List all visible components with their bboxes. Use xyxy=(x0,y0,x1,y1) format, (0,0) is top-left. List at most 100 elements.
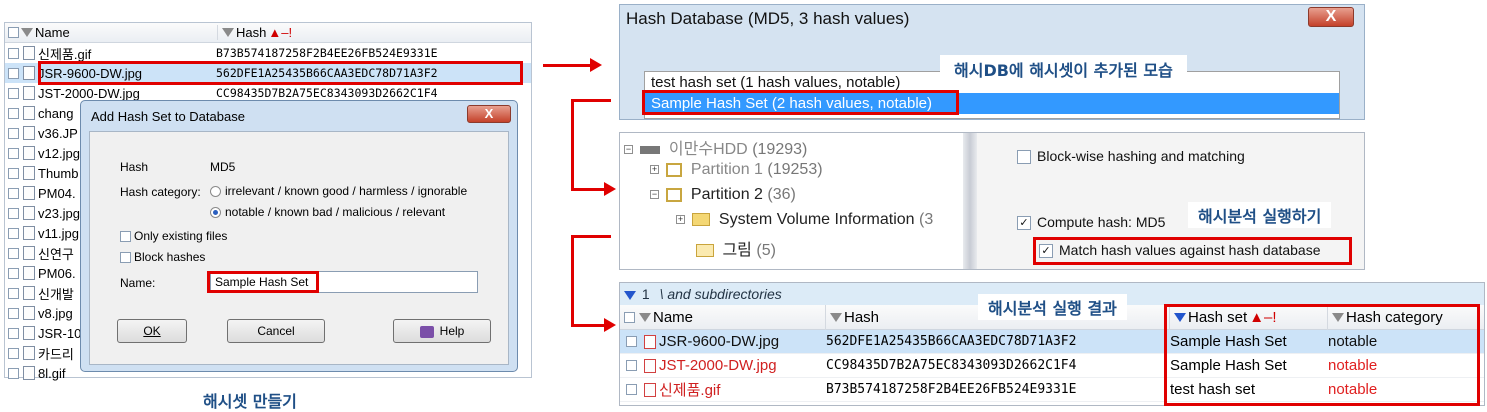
radio-button[interactable] xyxy=(210,186,221,198)
row-checkbox[interactable] xyxy=(8,267,19,279)
highlight-box xyxy=(207,271,319,293)
file-icon xyxy=(23,346,35,360)
row-checkbox[interactable] xyxy=(8,167,19,179)
row-checkbox[interactable] xyxy=(8,347,19,359)
caption-run-hash-analysis: 해시분석 실행하기 xyxy=(1188,202,1332,228)
file-icon xyxy=(23,66,35,80)
file-icon xyxy=(23,366,35,380)
hash-database-title: Hash Database (MD5, 3 hash values) xyxy=(626,9,910,28)
caption-create-hash-set: 해시셋 만들기 xyxy=(203,388,297,412)
cancel-button[interactable]: Cancel xyxy=(227,319,325,343)
hash-cell: CC98435D7B2A75EC8343093D2662C1F4 xyxy=(216,86,438,100)
arrow xyxy=(571,188,607,191)
header-checkbox[interactable] xyxy=(624,311,635,323)
file-name: JST-2000-DW.jpg xyxy=(38,85,140,101)
row-checkbox[interactable] xyxy=(8,147,19,159)
row-checkbox[interactable] xyxy=(8,327,19,339)
filter-icon[interactable] xyxy=(639,312,651,322)
header-checkbox[interactable] xyxy=(8,27,19,38)
tree-node-partition-2[interactable]: − Partition 2 (36) xyxy=(650,186,796,204)
arrow xyxy=(571,324,607,327)
file-icon xyxy=(23,146,35,160)
collapse-icon[interactable]: − xyxy=(624,145,633,155)
file-icon xyxy=(23,246,35,260)
row-checkbox[interactable] xyxy=(8,187,19,199)
row-checkbox[interactable] xyxy=(8,227,19,239)
row-checkbox[interactable] xyxy=(626,384,637,395)
row-checkbox[interactable] xyxy=(8,47,19,59)
file-icon xyxy=(23,226,35,240)
filter-icon[interactable] xyxy=(21,28,33,37)
arrow xyxy=(571,235,611,238)
file-icon xyxy=(23,286,35,300)
collapse-icon[interactable]: − xyxy=(650,190,659,200)
row-checkbox[interactable] xyxy=(8,207,19,219)
block-hashes-checkbox[interactable]: Block hashes xyxy=(120,250,205,264)
file-name: chang xyxy=(38,105,74,121)
checkbox[interactable] xyxy=(120,252,131,264)
tree-node-system-volume[interactable]: + System Volume Information (3 xyxy=(676,211,933,229)
compute-hash-option[interactable]: ✓ Compute hash: MD5 xyxy=(1017,214,1165,231)
row-checkbox[interactable] xyxy=(8,67,19,79)
row-checkbox[interactable] xyxy=(626,360,637,371)
tree-node-partition-1[interactable]: + Partition 1 (19253) xyxy=(650,161,823,179)
checkbox[interactable] xyxy=(1017,150,1031,165)
category-option-irrelevant[interactable]: irrelevant / known good / harmless / ign… xyxy=(210,184,467,198)
ok-button[interactable]: OK xyxy=(117,319,187,343)
name-column-header[interactable]: Name xyxy=(21,25,217,40)
radio-button-selected[interactable] xyxy=(210,207,221,219)
category-option-notable[interactable]: notable / known bad / malicious / releva… xyxy=(210,205,445,219)
close-button[interactable]: X xyxy=(1308,7,1354,27)
folder-icon xyxy=(696,244,714,258)
row-checkbox[interactable] xyxy=(8,247,19,259)
file-name: JSR-9600-DW.jpg xyxy=(659,333,780,350)
splitter[interactable] xyxy=(963,133,977,269)
only-existing-checkbox[interactable]: Only existing files xyxy=(120,229,227,243)
highlight-box xyxy=(1164,304,1480,406)
expand-icon[interactable]: + xyxy=(650,165,659,175)
name-cell: 신제품.gif xyxy=(620,379,826,400)
expand-icon[interactable]: + xyxy=(676,215,685,225)
row-checkbox[interactable] xyxy=(8,367,19,379)
tree-node-pictures[interactable]: 그림 (5) xyxy=(696,236,776,260)
table-row[interactable]: 신제품.gif B73B574187258F2B4EE26FB524E9331E xyxy=(5,43,531,63)
highlight-box xyxy=(1033,237,1352,265)
help-button[interactable]: Help xyxy=(393,319,491,343)
file-name: 8l.gif xyxy=(38,365,66,381)
row-checkbox[interactable] xyxy=(8,127,19,139)
file-icon xyxy=(23,126,35,140)
caption-hash-analysis-result: 해시분석 실행 결과 xyxy=(978,294,1127,320)
checkbox-checked[interactable]: ✓ xyxy=(1017,216,1031,231)
file-icon xyxy=(644,358,656,373)
file-name: v11.jpg xyxy=(38,225,79,241)
block-wise-option[interactable]: Block-wise hashing and matching xyxy=(1017,148,1245,165)
row-checkbox[interactable] xyxy=(626,336,637,347)
row-checkbox[interactable] xyxy=(8,307,19,319)
file-icon xyxy=(644,382,656,397)
partition-icon xyxy=(666,162,683,177)
arrow xyxy=(571,99,574,190)
name-cell: JSR-9600-DW.jpg xyxy=(620,333,826,350)
hash-column-header[interactable]: Hash ▲–! xyxy=(217,25,292,40)
arrow xyxy=(543,64,591,67)
filter-icon[interactable] xyxy=(222,28,234,37)
close-button[interactable]: X xyxy=(467,105,511,123)
arrow xyxy=(571,99,611,102)
row-checkbox[interactable] xyxy=(8,107,19,119)
file-icon xyxy=(23,186,35,200)
file-name: PM04. xyxy=(38,185,76,201)
name-column-header[interactable]: Name xyxy=(620,304,826,330)
tree-node-hdd[interactable]: − 이만수HDD (19293) xyxy=(624,135,807,159)
checkbox[interactable] xyxy=(120,231,131,243)
file-list-header: Name Hash ▲–! xyxy=(5,23,531,43)
arrow-head-icon xyxy=(590,58,602,72)
row-checkbox[interactable] xyxy=(8,287,19,299)
file-name: 신제품.gif xyxy=(38,46,92,62)
partition-icon xyxy=(666,187,683,202)
filter-icon[interactable] xyxy=(830,312,842,322)
category-label: Hash category: xyxy=(120,185,201,199)
hash-cell: 562DFE1A25435B66CAA3EDC78D71A3F2 xyxy=(826,334,1077,349)
file-name: JSR-10 xyxy=(38,325,82,341)
row-checkbox[interactable] xyxy=(8,87,19,99)
filter-icon[interactable] xyxy=(624,290,636,300)
